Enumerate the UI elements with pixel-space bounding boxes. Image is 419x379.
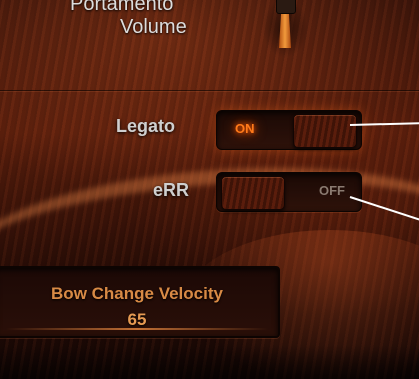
legato-state-text: ON xyxy=(235,121,255,136)
err-state-text: OFF xyxy=(319,183,345,198)
legato-toggle-thumb[interactable] xyxy=(293,114,357,148)
legato-label: Legato xyxy=(116,116,176,136)
bow-change-velocity-underline xyxy=(6,328,268,330)
bow-change-velocity-control[interactable]: Bow Change Velocity 65 xyxy=(0,266,280,338)
slider-knob-icon[interactable] xyxy=(262,0,308,60)
bottom-shade xyxy=(0,345,419,379)
portamento-volume-label-top: Portamento xyxy=(70,0,174,15)
section-divider xyxy=(0,90,419,91)
err-label: eRR xyxy=(153,180,190,200)
portamento-volume-label-bottom: Volume xyxy=(120,16,187,38)
instrument-panel: Portamento Volume Legato ON eRR OFF Bow … xyxy=(0,0,419,379)
bow-change-velocity-value[interactable]: 65 xyxy=(0,310,278,330)
knob-cap xyxy=(276,0,296,14)
err-toggle[interactable]: OFF xyxy=(216,172,362,212)
legato-callout-line xyxy=(349,122,419,126)
err-toggle-thumb[interactable] xyxy=(221,176,285,210)
legato-toggle[interactable]: ON xyxy=(216,110,362,150)
bow-change-velocity-label: Bow Change Velocity xyxy=(51,284,223,303)
